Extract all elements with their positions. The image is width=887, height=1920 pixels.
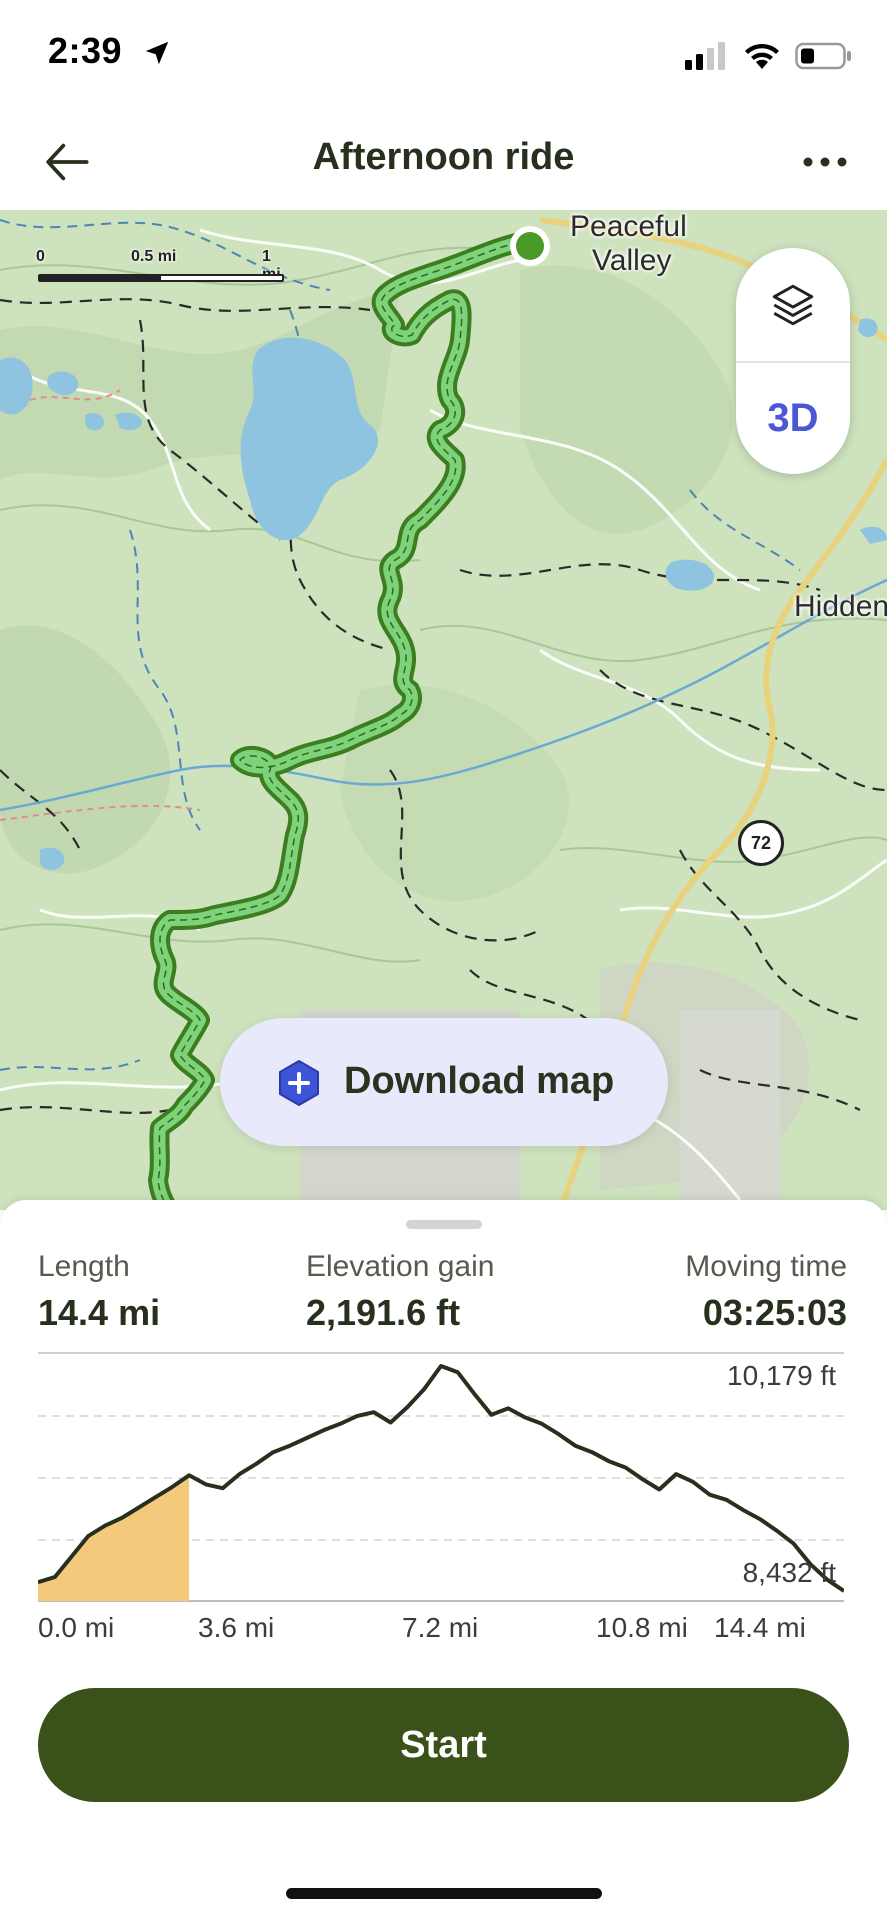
status-time: 2:39	[48, 30, 123, 71]
toggle-3d-button[interactable]: 3D	[736, 363, 850, 474]
scale-line	[38, 274, 284, 282]
route-shield-72: 72	[738, 820, 784, 866]
stat-elevation-gain: Elevation gain 2,191.6 ft	[306, 1250, 494, 1334]
place-label-valley: Valley	[592, 244, 672, 277]
stat-length: Length 14.4 mi	[38, 1250, 160, 1334]
place-label-hidden: Hidden	[794, 590, 887, 623]
place-label-peaceful: Peaceful	[570, 210, 687, 243]
signal-icon	[685, 42, 725, 70]
status-bar: 2:39	[0, 0, 887, 110]
stat-length-value: 14.4 mi	[38, 1292, 161, 1333]
location-arrow-icon	[145, 41, 169, 65]
layers-icon	[772, 284, 814, 325]
download-map-label: Download map	[344, 1060, 615, 1102]
battery-icon	[795, 42, 851, 70]
sheet-grabber[interactable]	[406, 1220, 482, 1229]
stat-elevation-label: Elevation gain	[306, 1250, 495, 1283]
elevation-highlight-area	[38, 1475, 190, 1601]
x-tick-1: 3.6 mi	[198, 1612, 275, 1643]
hexagon-plus-icon	[279, 1060, 319, 1106]
download-map-button[interactable]: Download map	[220, 1018, 668, 1146]
home-indicator	[286, 1888, 602, 1899]
elevation-chart[interactable]: 10,179 ft 8,432 ft 0.0 mi 3.6 mi 7.2 mi …	[38, 1352, 844, 1712]
wifi-icon	[745, 43, 779, 69]
stat-elevation-value: 2,191.6 ft	[306, 1292, 461, 1333]
map-scale-bar: 0 0.5 mi 1 mi	[36, 248, 286, 288]
elevation-max-label: 10,179 ft	[727, 1360, 836, 1391]
route-details-sheet: Length 14.4 mi Elevation gain 2,191.6 ft…	[0, 1200, 887, 1920]
x-tick-3: 10.8 mi	[596, 1612, 688, 1643]
page-title: Afternoon ride	[312, 136, 575, 178]
scale-label-0: 0	[36, 248, 45, 265]
x-tick-0: 0.0 mi	[38, 1612, 115, 1643]
more-options-button[interactable]	[793, 130, 857, 194]
layers-button[interactable]	[736, 248, 850, 361]
app-header: Afternoon ride	[0, 110, 887, 210]
x-tick-2: 7.2 mi	[402, 1612, 479, 1643]
scale-label-half: 0.5 mi	[131, 248, 177, 265]
elevation-min-label: 8,432 ft	[742, 1557, 836, 1588]
stat-length-label: Length	[38, 1250, 130, 1283]
status-icons	[685, 38, 853, 74]
x-tick-4: 14.4 mi	[714, 1612, 806, 1643]
trail-map[interactable]: 0 0.5 mi 1 mi Peaceful Valley Hidden 72 …	[0, 210, 887, 1210]
stat-moving-time-label: Moving time	[685, 1250, 847, 1283]
elevation-chart-svg	[38, 1352, 844, 1602]
stat-moving-time: Moving time 03:25:03	[685, 1250, 847, 1334]
map-controls-panel: 3D	[736, 248, 850, 474]
more-horizontal-icon	[803, 157, 847, 167]
stat-moving-time-value: 03:25:03	[702, 1292, 847, 1333]
start-button[interactable]: Start	[38, 1688, 849, 1802]
